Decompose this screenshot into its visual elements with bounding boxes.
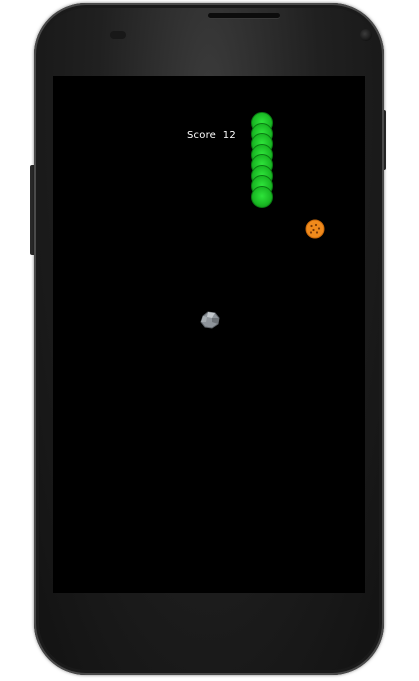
proximity-sensor <box>110 31 126 39</box>
earpiece-speaker <box>208 13 280 18</box>
rock-icon <box>200 311 220 329</box>
snake <box>251 112 273 216</box>
snake-segment <box>251 185 273 208</box>
cookie-icon <box>305 219 325 239</box>
device-frame: Score 12 <box>0 0 419 681</box>
score-display: Score 12 <box>187 130 236 141</box>
game-canvas[interactable]: Score 12 <box>53 76 365 593</box>
front-camera-icon <box>360 29 372 41</box>
